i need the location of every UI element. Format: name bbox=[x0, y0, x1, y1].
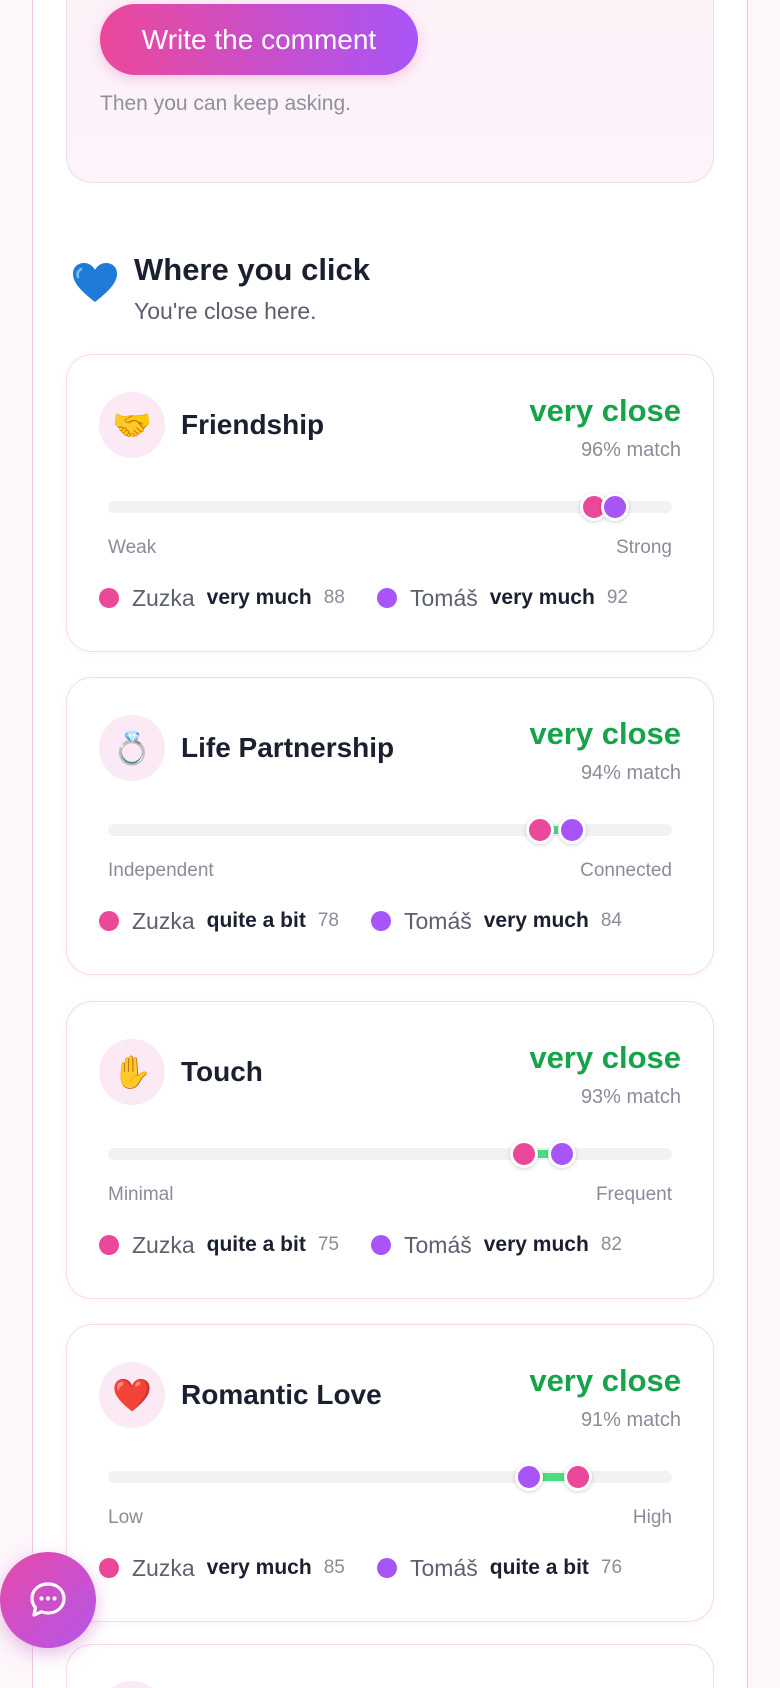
match-percentage: 93% match bbox=[580, 1086, 681, 1108]
person-b-color-dot bbox=[371, 911, 391, 931]
person-b-color-dot bbox=[371, 1235, 391, 1255]
person-b-level: very much bbox=[489, 586, 595, 609]
person-a-score-value: 85 bbox=[323, 1557, 345, 1578]
person-b-score: Tomáš quite a bit 76 bbox=[377, 1553, 622, 1583]
closeness-level: very close bbox=[529, 1363, 681, 1398]
scale-high-label: Frequent bbox=[595, 1184, 672, 1205]
person-a-color-dot bbox=[99, 1235, 119, 1255]
score-dot-a bbox=[510, 1140, 538, 1168]
match-percentage: 94% match bbox=[580, 762, 681, 784]
write-comment-button[interactable]: Write the comment bbox=[100, 4, 418, 75]
score-dot-b bbox=[601, 493, 630, 521]
category-title: Friendship bbox=[181, 409, 325, 440]
comment-hint-text: Then you can keep asking. bbox=[100, 92, 351, 115]
scale-high-label: Connected bbox=[580, 860, 672, 881]
person-a-score-value: 78 bbox=[317, 910, 339, 931]
comparison-slider-track bbox=[108, 493, 672, 521]
person-a-score-value: 88 bbox=[323, 587, 345, 608]
person-a-level: quite a bit bbox=[206, 1233, 306, 1256]
ring-icon: 💍 bbox=[99, 715, 165, 781]
section-subtitle: You're close here. bbox=[134, 298, 317, 324]
person-a-name: Zuzka bbox=[132, 584, 195, 611]
person-b-score-value: 84 bbox=[600, 910, 622, 931]
person-a-color-dot bbox=[99, 1558, 119, 1578]
score-gap-bar bbox=[541, 1473, 566, 1481]
category-title: Life Partnership bbox=[181, 732, 395, 763]
person-b-score-value: 82 bbox=[600, 1234, 622, 1255]
person-a-score: Zuzka quite a bit 78 bbox=[99, 906, 339, 936]
person-a-score: Zuzka quite a bit 75 bbox=[99, 1230, 339, 1260]
match-card-partial bbox=[66, 1644, 714, 1688]
match-percentage: 96% match bbox=[580, 439, 681, 461]
match-card: 🤝 Friendship very close 96% match Weak S… bbox=[66, 354, 714, 652]
person-a-name: Zuzka bbox=[132, 907, 195, 934]
person-a-score: Zuzka very much 85 bbox=[99, 1553, 345, 1583]
person-b-score: Tomáš very much 92 bbox=[377, 583, 628, 613]
person-b-score-value: 76 bbox=[600, 1557, 623, 1578]
scale-low-label: Independent bbox=[108, 860, 214, 881]
match-percentage: 91% match bbox=[580, 1409, 681, 1431]
person-b-name: Tomáš bbox=[410, 584, 478, 611]
person-a-name: Zuzka bbox=[132, 1554, 195, 1581]
person-a-color-dot bbox=[99, 911, 119, 931]
chat-bubble-icon bbox=[30, 1582, 66, 1617]
category-title: Romantic Love bbox=[181, 1379, 382, 1410]
person-a-level: very much bbox=[206, 586, 312, 609]
scale-low-label: Minimal bbox=[108, 1184, 174, 1205]
person-a-color-dot bbox=[99, 588, 119, 608]
person-b-level: very much bbox=[483, 909, 589, 932]
comparison-slider-track bbox=[108, 1140, 672, 1168]
person-b-score: Tomáš very much 84 bbox=[371, 906, 622, 936]
scale-low-label: Low bbox=[108, 1507, 143, 1528]
score-dot-b bbox=[547, 1140, 576, 1168]
person-b-score: Tomáš very much 82 bbox=[371, 1230, 622, 1260]
person-a-level: quite a bit bbox=[206, 909, 306, 932]
scale-high-label: Strong bbox=[616, 537, 672, 558]
scale-low-label: Weak bbox=[108, 537, 157, 558]
scale-high-label: High bbox=[632, 1507, 672, 1528]
person-a-score-value: 75 bbox=[317, 1234, 339, 1255]
score-dot-a bbox=[563, 1463, 592, 1491]
person-b-name: Tomáš bbox=[404, 907, 472, 934]
category-title: Touch bbox=[181, 1056, 263, 1087]
person-b-level: very much bbox=[483, 1233, 589, 1256]
score-dot-b bbox=[515, 1463, 544, 1491]
match-card: 💍 Life Partnership very close 94% match … bbox=[66, 677, 714, 975]
person-b-color-dot bbox=[377, 588, 397, 608]
red-heart-icon: ❤️ bbox=[99, 1362, 165, 1428]
closeness-level: very close bbox=[529, 393, 681, 428]
person-b-name: Tomáš bbox=[410, 1554, 478, 1581]
closeness-level: very close bbox=[529, 1040, 681, 1075]
comparison-slider-track bbox=[108, 816, 672, 844]
blue-heart-icon bbox=[73, 263, 117, 302]
chat-button[interactable] bbox=[0, 1552, 96, 1648]
raised-hand-icon: ✋ bbox=[99, 1039, 165, 1105]
person-b-score-value: 92 bbox=[606, 587, 628, 608]
person-a-level: very much bbox=[206, 1556, 312, 1579]
match-card: ❤️ Romantic Love very close 91% match Lo… bbox=[66, 1324, 714, 1622]
person-b-level: quite a bit bbox=[489, 1556, 589, 1579]
person-b-name: Tomáš bbox=[404, 1231, 472, 1258]
match-card: ✋ Touch very close 93% match Minimal Fre… bbox=[66, 1001, 714, 1299]
closeness-level: very close bbox=[529, 716, 681, 751]
person-a-score: Zuzka very much 88 bbox=[99, 583, 345, 613]
category-icon-placeholder bbox=[99, 1681, 165, 1688]
handshake-icon: 🤝 bbox=[99, 392, 165, 458]
person-b-color-dot bbox=[377, 1558, 397, 1578]
section-title: Where you click bbox=[134, 252, 371, 287]
person-a-name: Zuzka bbox=[132, 1231, 195, 1258]
score-dot-b bbox=[558, 816, 587, 844]
score-dot-a bbox=[526, 816, 555, 844]
comparison-slider-track bbox=[108, 1463, 672, 1491]
